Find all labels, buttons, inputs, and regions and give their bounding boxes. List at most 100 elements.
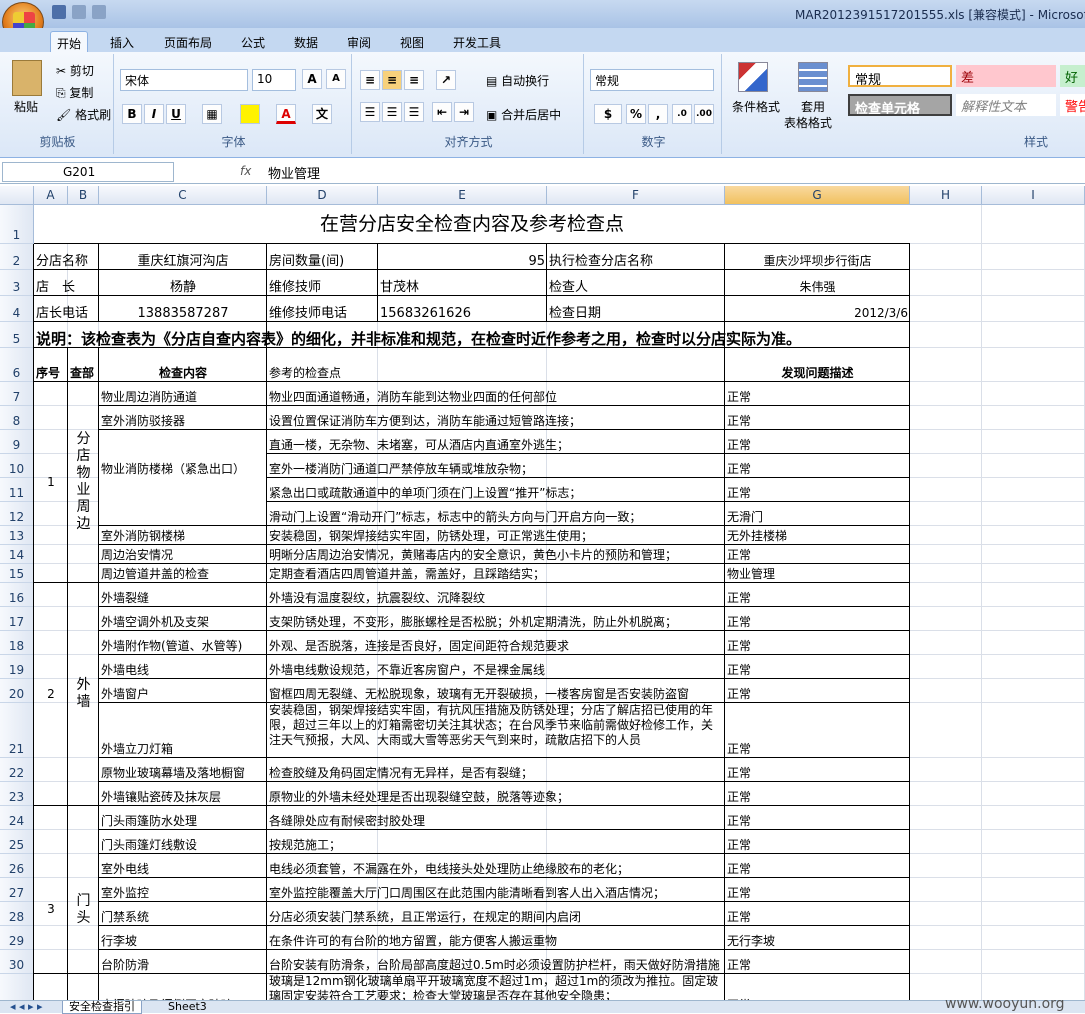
tab-page-layout[interactable]: 页面布局 (158, 31, 218, 52)
issue-description[interactable]: 正常 (727, 703, 908, 757)
section-number[interactable]: 3 (36, 806, 66, 1000)
row-header[interactable]: 6 (0, 348, 34, 382)
row-header[interactable]: 27 (0, 878, 34, 902)
check-item[interactable]: 外墙窗户 (101, 679, 265, 702)
column-header-c[interactable]: C (99, 186, 267, 205)
issue-description[interactable]: 正常 (727, 430, 908, 453)
check-point[interactable]: 紧急出口或疏散通道中的单项门须在门上设置“推开”标志； (269, 478, 723, 501)
check-item[interactable]: 室外消防驳接器 (101, 406, 265, 429)
wrap-text-button[interactable]: ▤ 自动换行 (486, 72, 549, 89)
issue-description[interactable]: 正常 (727, 679, 908, 702)
column-header-b[interactable]: B (68, 186, 99, 205)
style-good[interactable]: 好 (1060, 65, 1085, 87)
column-header-i[interactable]: I (982, 186, 1085, 205)
check-point[interactable]: 室外监控能覆盖大厅门口周围区在此范围内能清晰看到客人出入酒店情况； (269, 878, 723, 901)
issue-description[interactable]: 正常 (727, 655, 908, 678)
section-number[interactable]: 1 (36, 382, 66, 582)
sheet-tab-safety-guide[interactable]: 安全检查指引 (62, 1001, 142, 1014)
comma-button[interactable]: , (648, 104, 668, 124)
check-point[interactable]: 分店必须安装门禁系统，且正常运行，在规定的期间内启闭 (269, 902, 723, 925)
section-number[interactable]: 2 (36, 583, 66, 805)
border-icon[interactable]: ▦ (202, 104, 222, 124)
check-item[interactable]: 原物业玻璃幕墙及落地橱窗 (101, 758, 265, 781)
orientation-icon[interactable]: ↗ (436, 70, 456, 90)
sheet-title[interactable]: 在营分店安全检查内容及参考检查点 (36, 205, 908, 243)
info-value[interactable]: 15683261626 (380, 296, 545, 321)
check-item[interactable]: 外墙空调外机及支架 (101, 607, 265, 630)
check-item[interactable]: 行李坡 (101, 926, 265, 949)
conditional-format-button[interactable]: 条件格式 (732, 98, 780, 115)
increase-indent-icon[interactable]: ⇥ (454, 102, 474, 122)
paste-icon[interactable] (12, 60, 42, 96)
info-label[interactable]: 检查人 (549, 270, 723, 295)
percent-button[interactable]: % (626, 104, 646, 124)
align-right-icon[interactable]: ☰ (404, 102, 424, 122)
row-header[interactable]: 12 (0, 502, 34, 526)
row-header[interactable]: 26 (0, 854, 34, 878)
merge-center-button[interactable]: ▣ 合并后居中 (486, 106, 561, 123)
tab-formulas[interactable]: 公式 (235, 31, 271, 52)
row-header[interactable]: 2 (0, 244, 34, 270)
row-header[interactable]: 29 (0, 926, 34, 950)
table-format-label-2[interactable]: 表格格式 (784, 114, 832, 131)
tab-home[interactable]: 开始 (50, 31, 89, 52)
check-point[interactable]: 外观、是否脱落，连接是否良好，固定间距符合规范要求 (269, 631, 723, 654)
check-point[interactable]: 设置位置保证消防车方便到达，消防车能通过短管路连接； (269, 406, 723, 429)
row-header[interactable]: 3 (0, 270, 34, 296)
check-point[interactable]: 在条件许可的有台阶的地方留置，能方便客人搬运重物 (269, 926, 723, 949)
table-format-icon[interactable] (798, 62, 828, 92)
row-header[interactable]: 4 (0, 296, 34, 322)
align-middle-icon[interactable]: ≡ (382, 70, 402, 90)
fill-color-icon[interactable] (240, 104, 260, 124)
check-item[interactable]: 大门玻璃及门侧固定玻璃 (101, 974, 265, 1000)
bold-button[interactable]: B (122, 104, 142, 124)
formula-input[interactable]: 物业管理 (268, 163, 320, 182)
info-value[interactable]: 甘茂林 (380, 270, 545, 295)
check-item[interactable]: 外墙附作物(管道、水管等) (101, 631, 265, 654)
align-bottom-icon[interactable]: ≡ (404, 70, 424, 90)
issue-description[interactable]: 物业管理 (727, 564, 908, 582)
row-header[interactable]: 28 (0, 902, 34, 926)
row-header[interactable]: 15 (0, 564, 34, 583)
check-item[interactable]: 外墙电线 (101, 655, 265, 678)
row-header[interactable]: 10 (0, 454, 34, 478)
note-row[interactable]: 说明：该检查表为《分店自查内容表》的细化，并非标准和规范，在检查时近作参考之用，… (36, 322, 908, 347)
issue-description[interactable]: 正常 (727, 758, 908, 781)
check-point[interactable]: 直通一楼，无杂物、未堵塞，可从酒店内直通室外逃生； (269, 430, 723, 453)
row-header[interactable]: 20 (0, 679, 34, 703)
issue-description[interactable]: 正常 (727, 950, 908, 973)
decrease-decimal-icon[interactable]: .00 (694, 104, 714, 124)
check-point[interactable]: 检查胶缝及角码固定情况有无异样，是否有裂缝； (269, 758, 723, 781)
currency-icon[interactable]: $ (594, 104, 622, 124)
info-label[interactable]: 维修技师电话 (269, 296, 376, 321)
row-header[interactable]: 7 (0, 382, 34, 406)
row-header[interactable]: 23 (0, 782, 34, 806)
check-item[interactable]: 物业周边消防通道 (101, 382, 265, 405)
check-point[interactable]: 按规范施工； (269, 830, 723, 853)
section-name[interactable]: 分 店 物 业 周 边 (70, 382, 97, 582)
info-value[interactable]: 2012/3/6 (727, 296, 908, 321)
font-size-select[interactable]: 10 (252, 69, 296, 91)
table-format-label-1[interactable]: 套用 (801, 98, 825, 115)
grow-font-icon[interactable]: A (302, 69, 322, 89)
select-all-corner[interactable] (0, 186, 34, 205)
tab-insert[interactable]: 插入 (104, 31, 140, 52)
issue-description[interactable]: 正常 (727, 878, 908, 901)
column-header-e[interactable]: E (378, 186, 547, 205)
align-center-icon[interactable]: ☰ (382, 102, 402, 122)
check-point[interactable]: 外墙没有温度裂纹，抗震裂纹、沉降裂纹 (269, 583, 723, 606)
align-top-icon[interactable]: ≡ (360, 70, 380, 90)
check-item[interactable]: 外墙镶贴瓷砖及抹灰层 (101, 782, 265, 805)
issue-description[interactable]: 正常 (727, 406, 908, 429)
copy-button[interactable]: ⎘ 复制 (56, 84, 93, 101)
row-header[interactable]: 5 (0, 322, 34, 348)
tab-data[interactable]: 数据 (288, 31, 324, 52)
issue-description[interactable]: 无行李坡 (727, 926, 908, 949)
row-header[interactable]: 14 (0, 545, 34, 564)
check-point[interactable]: 明晰分店周边治安情况，黄赌毒店内的安全意识，黄色小卡片的预防和管理； (269, 545, 723, 563)
tab-developer[interactable]: 开发工具 (447, 31, 507, 52)
check-point[interactable]: 各缝隙处应有耐候密封胶处理 (269, 806, 723, 829)
row-header[interactable]: 30 (0, 950, 34, 974)
info-label[interactable]: 分店名称 (36, 244, 97, 269)
info-label[interactable]: 维修技师 (269, 270, 376, 295)
